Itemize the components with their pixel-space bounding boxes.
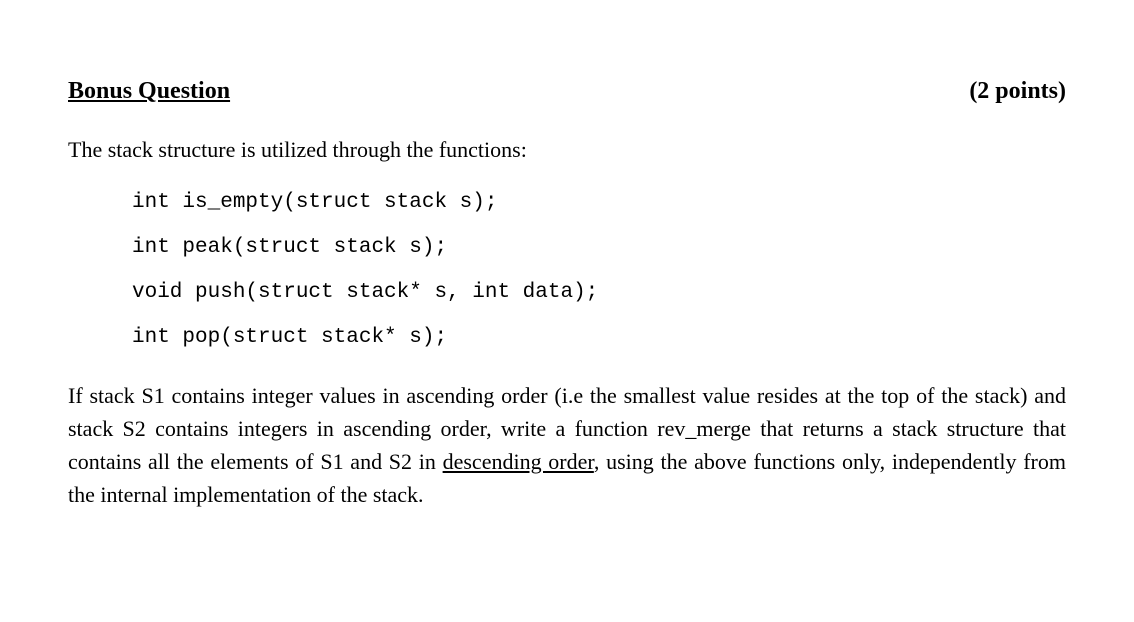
code-line-push: void push(struct stack* s, int data); xyxy=(132,281,1066,304)
intro-text: The stack structure is utilized through … xyxy=(68,137,1066,163)
header-row: Bonus Question (2 points) xyxy=(68,78,1066,105)
question-paragraph: If stack S1 contains integer values in a… xyxy=(68,379,1066,511)
paragraph-underlined: descending order xyxy=(443,449,594,474)
code-block: int is_empty(struct stack s); int peak(s… xyxy=(68,191,1066,349)
code-line-isempty: int is_empty(struct stack s); xyxy=(132,191,1066,214)
code-line-pop: int pop(struct stack* s); xyxy=(132,326,1066,349)
code-line-peak: int peak(struct stack s); xyxy=(132,236,1066,259)
question-points: (2 points) xyxy=(969,78,1066,105)
question-title: Bonus Question xyxy=(68,78,230,105)
